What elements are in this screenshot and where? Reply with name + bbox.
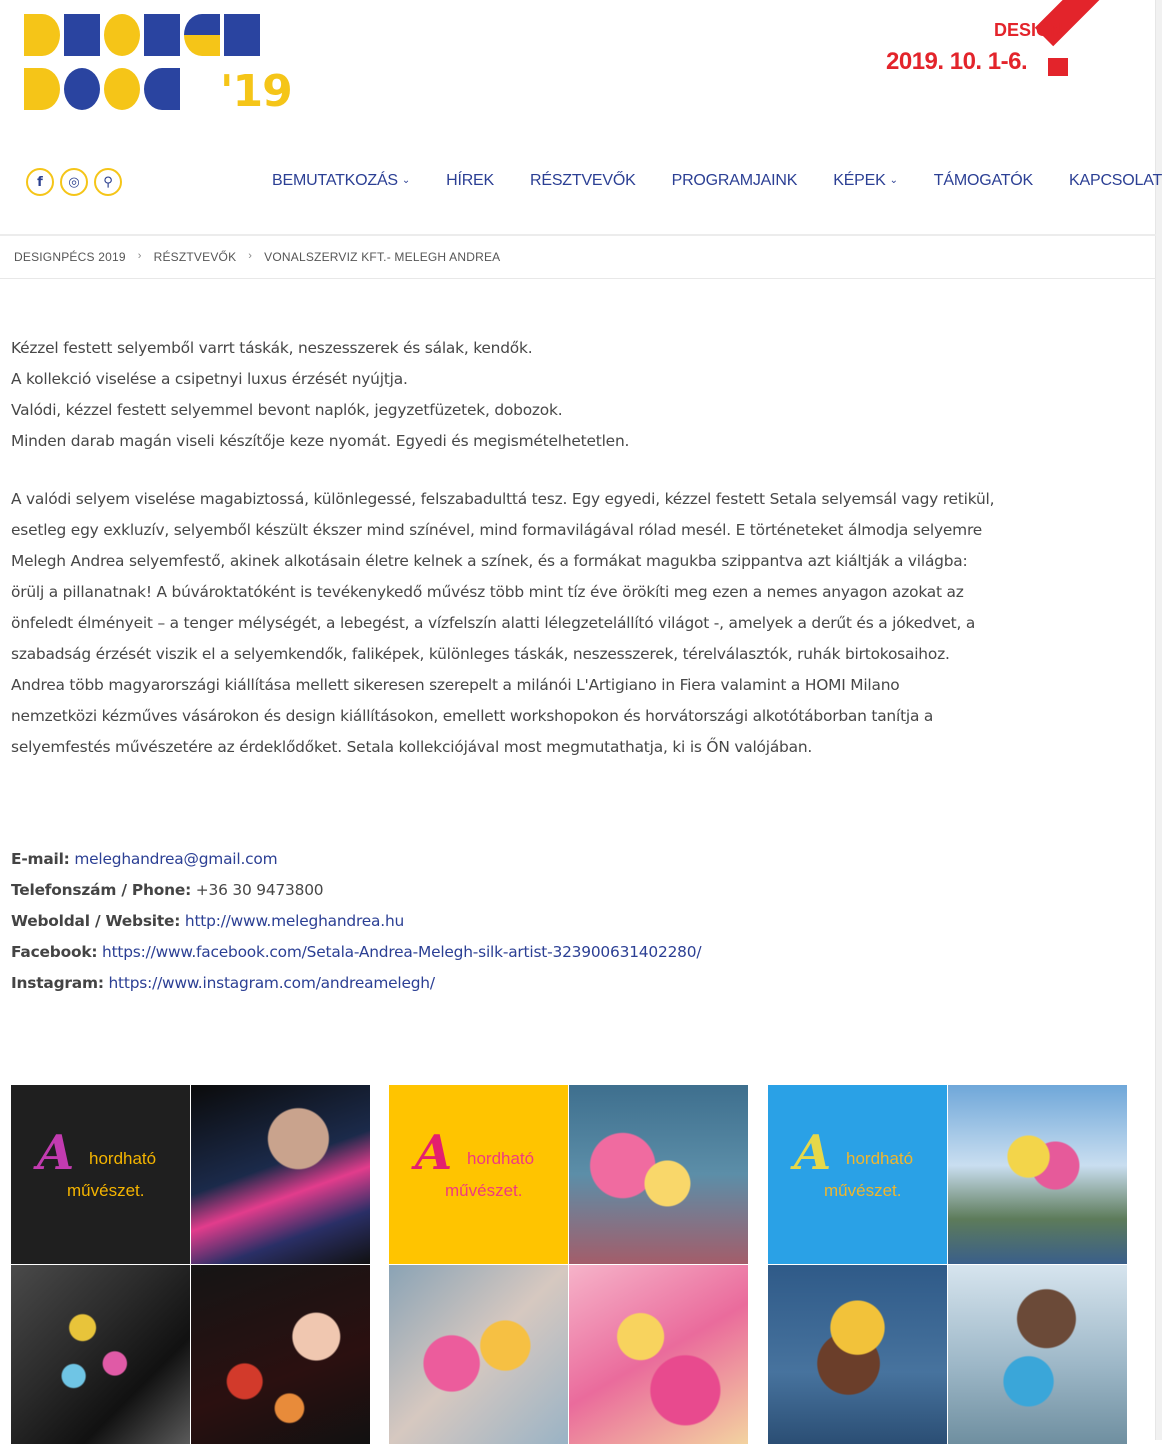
silk-scarf-photo: [191, 1085, 370, 1264]
badge-box: [1048, 58, 1068, 76]
instagram-label: Instagram:: [11, 974, 104, 992]
social-icons: f ◎ ⚲: [26, 168, 122, 196]
intro-line: Minden darab magán viseli készítője keze…: [11, 432, 630, 450]
intro-line: Valódi, kézzel festett selyemmel bevont …: [11, 401, 563, 419]
silk-notebook-photo: [11, 1265, 190, 1444]
silk-accessories-photo: [389, 1265, 568, 1444]
nav-item-programjaink[interactable]: PROGRAMJAINK: [672, 172, 798, 190]
body-line: A valódi selyem viselése magabiztossá, k…: [11, 490, 995, 508]
silk-bag-seaside-photo: [569, 1085, 748, 1264]
brand-tile: A hordható művészet.: [768, 1085, 947, 1264]
logo-year: '19: [220, 66, 293, 117]
main-nav: BEMUTATKOZÁS ⌄ HÍREK RÉSZTVEVŐK PROGRAMJA…: [272, 172, 1162, 190]
phone-line: Telefonszám / Phone: +36 30 9473800: [11, 875, 701, 906]
body-line: nemzetközi kézműves vásárokon és design …: [11, 707, 934, 725]
instagram-icon[interactable]: ◎: [60, 168, 88, 196]
silk-painting-photo: [191, 1265, 370, 1444]
body-line: esetleg egy exkluzív, selyemből készült …: [11, 521, 983, 539]
breadcrumb-current: VONALSZERVIZ KFT.- MELEGH ANDREA: [264, 250, 501, 264]
logo-row-bottom: [24, 68, 180, 110]
intro-line: A kollekció viselése a csipetnyi luxus é…: [11, 370, 408, 388]
facebook-label: Facebook:: [11, 943, 98, 961]
brand-tile: A hordható művészet.: [11, 1085, 190, 1264]
silk-hair-scarf-photo: [768, 1265, 947, 1444]
instagram-line: Instagram: https://www.instagram.com/and…: [11, 968, 701, 999]
breadcrumb: DESIGNPÉCS 2019 › RÉSZTVEVŐK › VONALSZER…: [14, 250, 500, 264]
body-line: örülj a pillanatnak! A búvároktatóként i…: [11, 583, 964, 601]
search-icon[interactable]: ⚲: [94, 168, 122, 196]
email-line: E-mail: meleghandrea@gmail.com: [11, 844, 701, 875]
facebook-line: Facebook: https://www.facebook.com/Setal…: [11, 937, 702, 968]
contact-info: E-mail: meleghandrea@gmail.com Telefonsz…: [11, 844, 702, 999]
website-line: Weboldal / Website: http://www.meleghand…: [11, 906, 701, 937]
badge-design-text: DESIGN: [994, 20, 1064, 40]
nav-item-bemutatkozas[interactable]: BEMUTATKOZÁS ⌄: [272, 172, 410, 190]
nav-item-resztvevok[interactable]: RÉSZTVEVŐK: [530, 172, 636, 190]
breadcrumb-separator: ›: [248, 250, 253, 262]
nav-item-tamogatok[interactable]: TÁMOGATÓK: [934, 172, 1033, 190]
website-label: Weboldal / Website:: [11, 912, 181, 930]
article-content: Kézzel festett selyemből varrt táskák, n…: [11, 333, 1146, 763]
gallery-image-1[interactable]: A hordható művészet.: [11, 1085, 370, 1445]
nav-item-hirek[interactable]: HÍREK: [446, 172, 494, 190]
breadcrumb-home[interactable]: DESIGNPÉCS 2019: [14, 250, 126, 264]
nav-item-kapcsolat[interactable]: KAPCSOLAT: [1069, 172, 1162, 190]
silk-scarf-sky-photo: [948, 1085, 1127, 1264]
chevron-down-icon: ⌄: [889, 175, 898, 186]
event-date: 2019. 10. 1-6.: [886, 48, 1028, 75]
gallery-image-3[interactable]: A hordható művészet.: [768, 1085, 1127, 1445]
body-line: szabadság érzését viszik el a selyemkend…: [11, 645, 950, 663]
silk-scarf-pink-photo: [569, 1265, 748, 1444]
body-line: önfeledt élményeit – a tenger mélységét,…: [11, 614, 976, 632]
facebook-icon[interactable]: f: [26, 168, 54, 196]
brand-tile: A hordható művészet.: [389, 1085, 568, 1264]
body-line: Melegh Andrea selyemfestő, akinek alkotá…: [11, 552, 968, 570]
badge-het-text: HÉT: [1070, 36, 1102, 53]
gallery-image-2[interactable]: A hordható művészet.: [389, 1085, 748, 1445]
design-het-badge: DESIGN HÉT 2019. 10. 1-6.: [872, 0, 1122, 86]
phone-number: +36 30 9473800: [195, 881, 324, 899]
facebook-link[interactable]: https://www.facebook.com/Setala-Andrea-M…: [102, 943, 702, 961]
scrollbar[interactable]: [1155, 0, 1162, 1440]
hordhato-muveszet-logo: A hordható művészet.: [37, 1125, 157, 1200]
logo-row-top: [24, 14, 260, 56]
silk-bracelet-photo: [948, 1265, 1127, 1444]
hordhato-muveszet-logo: A hordható művészet.: [794, 1125, 914, 1200]
chevron-down-icon: ⌄: [401, 175, 411, 186]
body-line: selyemfestés művészetére az érdeklődőket…: [11, 738, 813, 756]
email-label: E-mail:: [11, 850, 70, 868]
intro-paragraph: Kézzel festett selyemből varrt táskák, n…: [11, 333, 1146, 457]
breadcrumb-separator: ›: [137, 250, 142, 262]
instagram-link[interactable]: https://www.instagram.com/andreamelegh/: [108, 974, 435, 992]
nav-item-kepek[interactable]: KÉPEK ⌄: [833, 172, 898, 190]
breadcrumb-divider: [0, 278, 1156, 279]
phone-label: Telefonszám / Phone:: [11, 881, 192, 899]
breadcrumb-resztvevok[interactable]: RÉSZTVEVŐK: [154, 250, 237, 264]
intro-line: Kézzel festett selyemből varrt táskák, n…: [11, 339, 533, 357]
email-link[interactable]: meleghandrea@gmail.com: [74, 850, 277, 868]
body-line: Andrea több magyarországi kiállítása mel…: [11, 676, 900, 694]
designpecs-logo[interactable]: '19: [24, 10, 293, 120]
website-link[interactable]: http://www.meleghandrea.hu: [185, 912, 404, 930]
body-paragraph: A valódi selyem viselése magabiztossá, k…: [11, 484, 1146, 763]
nav-divider: [0, 234, 1156, 236]
hordhato-muveszet-logo: A hordható művészet.: [415, 1125, 535, 1200]
